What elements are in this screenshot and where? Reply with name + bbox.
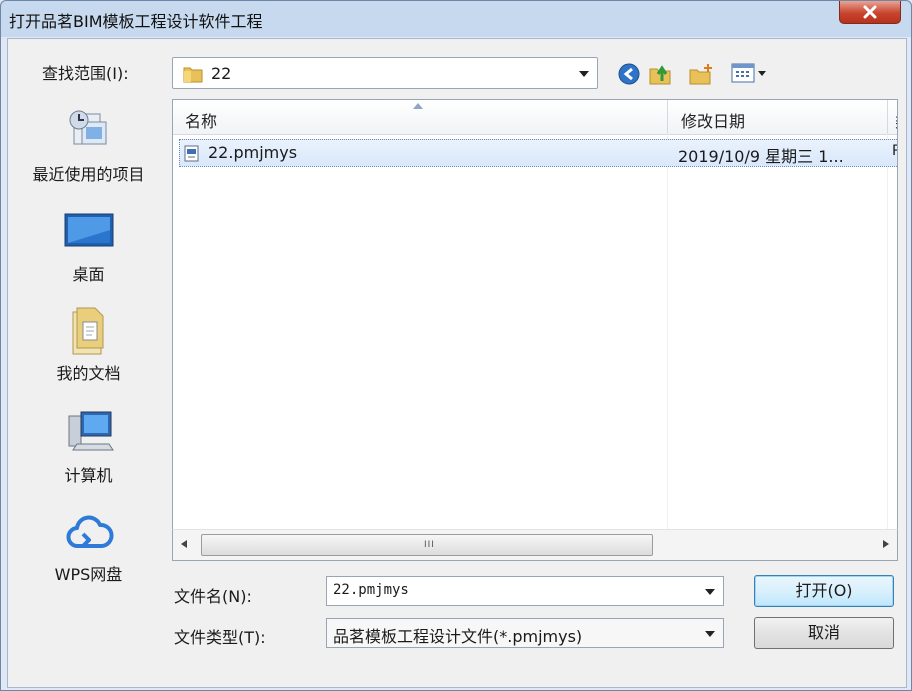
recent-items-icon — [69, 110, 106, 145]
column-line — [887, 134, 888, 560]
cloud-icon — [66, 515, 114, 548]
documents-icon — [72, 307, 103, 355]
file-list[interactable]: 名称 修改日期 类 22.pmjmys 2019/10/9 星期三 1... P — [172, 99, 898, 561]
filename-field[interactable]: 22.pmjmys — [326, 576, 724, 606]
place-label: WPS网盘 — [54, 565, 123, 584]
close-button[interactable] — [839, 1, 901, 24]
folder-icon — [183, 67, 203, 83]
lookin-label: 查找范围(I): — [42, 64, 129, 83]
scrollbar-thumb[interactable]: III — [201, 534, 653, 556]
place-wps-cloud[interactable]: WPS网盘 — [8, 506, 169, 586]
open-button[interactable]: 打开(O) — [754, 575, 894, 607]
new-folder-icon[interactable] — [688, 63, 714, 85]
place-label: 计算机 — [64, 466, 113, 485]
lookin-value: 22 — [211, 64, 232, 83]
place-label: 我的文档 — [56, 364, 121, 383]
filetype-label: 文件类型(T): — [174, 628, 266, 647]
places-bar: 最近使用的项目 桌面 我的文档 计算机 WPS网盘 — [8, 96, 169, 686]
open-file-dialog: 打开品茗BIM模板工程设计软件工程 查找范围(I): 22 最近使用的项目 桌面… — [0, 0, 912, 691]
scrollbar-grip: III — [424, 540, 435, 550]
sort-ascending-icon — [413, 103, 423, 109]
views-menu-button[interactable] — [730, 61, 770, 89]
column-type-header[interactable]: 类 — [895, 108, 897, 132]
place-computer[interactable]: 计算机 — [8, 406, 169, 486]
horizontal-scrollbar[interactable]: III — [172, 529, 898, 561]
chevron-down-icon[interactable] — [705, 631, 715, 637]
filetype-value: 品茗模板工程设计文件(*.pmjmys) — [333, 627, 583, 646]
place-recent[interactable]: 最近使用的项目 — [8, 106, 169, 186]
column-name-header[interactable]: 名称 — [185, 108, 217, 132]
desktop-icon — [64, 213, 113, 247]
filetype-select[interactable]: 品茗模板工程设计文件(*.pmjmys) — [326, 618, 724, 648]
chevron-down-icon[interactable] — [705, 589, 715, 595]
filename-value: 22.pmjmys — [333, 582, 409, 598]
file-date: 2019/10/9 星期三 1... — [678, 147, 844, 166]
dialog-body: 查找范围(I): 22 最近使用的项目 桌面 我的文档 计算机 WPS网盘 名称… — [7, 38, 907, 688]
back-arrow-icon[interactable] — [618, 63, 640, 85]
chevron-down-icon[interactable] — [579, 71, 589, 77]
computer-icon — [68, 411, 114, 451]
window-title: 打开品茗BIM模板工程设计软件工程 — [9, 12, 263, 31]
place-desktop[interactable]: 桌面 — [8, 206, 169, 286]
column-date-header[interactable]: 修改日期 — [681, 108, 745, 132]
file-icon — [184, 145, 199, 162]
column-separator[interactable] — [667, 100, 668, 134]
file-name: 22.pmjmys — [208, 143, 298, 162]
cancel-button[interactable]: 取消 — [754, 617, 894, 649]
close-icon — [863, 5, 877, 19]
lookin-combo[interactable]: 22 — [172, 57, 598, 89]
column-line — [667, 134, 668, 560]
place-label: 桌面 — [72, 265, 105, 284]
file-type: P — [892, 143, 897, 159]
column-separator[interactable] — [887, 100, 888, 134]
place-label: 最近使用的项目 — [32, 165, 145, 184]
scroll-right-icon[interactable] — [883, 540, 889, 548]
file-row[interactable]: 22.pmjmys 2019/10/9 星期三 1... P — [179, 139, 897, 167]
up-folder-icon[interactable] — [648, 63, 672, 85]
scroll-left-icon[interactable] — [181, 540, 187, 548]
views-menu-icon — [731, 63, 766, 83]
place-documents[interactable]: 我的文档 — [8, 306, 169, 386]
title-bar[interactable]: 打开品茗BIM模板工程设计软件工程 — [1, 1, 911, 37]
column-header: 名称 修改日期 类 — [173, 100, 897, 135]
filename-label: 文件名(N): — [174, 587, 252, 606]
